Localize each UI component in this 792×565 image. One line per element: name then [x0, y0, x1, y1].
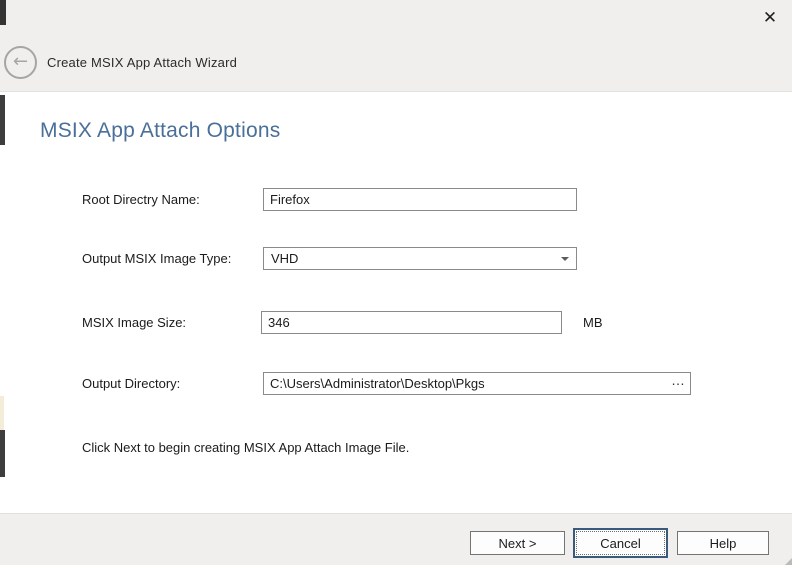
image-size-input[interactable] [261, 311, 562, 334]
close-button[interactable]: ✕ [756, 5, 784, 31]
root-directory-input[interactable] [263, 188, 577, 211]
image-type-label: Output MSIX Image Type: [82, 251, 231, 266]
output-directory-input[interactable] [264, 376, 666, 391]
wizard-page: MSIX App Attach Options Root Directry Na… [0, 93, 792, 513]
help-button[interactable]: Help [677, 531, 769, 555]
browse-button[interactable]: … [666, 375, 690, 392]
close-icon: ✕ [763, 8, 777, 28]
root-directory-label: Root Directry Name: [82, 192, 200, 207]
next-button[interactable]: Next > [470, 531, 565, 555]
screen-edge-artifact [0, 430, 5, 477]
cancel-button[interactable]: Cancel [573, 528, 668, 558]
page-title: MSIX App Attach Options [40, 119, 280, 143]
output-directory-field: … [263, 372, 691, 395]
instruction-text: Click Next to begin creating MSIX App At… [82, 440, 409, 455]
button-bar: Next > Cancel Help [0, 513, 792, 565]
back-button[interactable]: ← [4, 46, 37, 79]
dropdown-arrow-icon [561, 257, 569, 261]
size-unit-label: MB [583, 315, 603, 330]
screen-edge-artifact [0, 95, 5, 145]
output-directory-label: Output Directory: [82, 376, 180, 391]
wizard-header: ← Create MSIX App Attach Wizard ✕ [0, 0, 792, 92]
image-type-select[interactable]: VHD [263, 247, 577, 270]
wizard-title: Create MSIX App Attach Wizard [47, 55, 237, 70]
screen-edge-artifact [0, 396, 4, 430]
back-arrow-icon: ← [13, 53, 28, 71]
resize-grip[interactable] [785, 558, 792, 565]
screen-edge-artifact [0, 0, 6, 25]
image-size-label: MSIX Image Size: [82, 315, 186, 330]
image-type-value: VHD [271, 251, 298, 266]
